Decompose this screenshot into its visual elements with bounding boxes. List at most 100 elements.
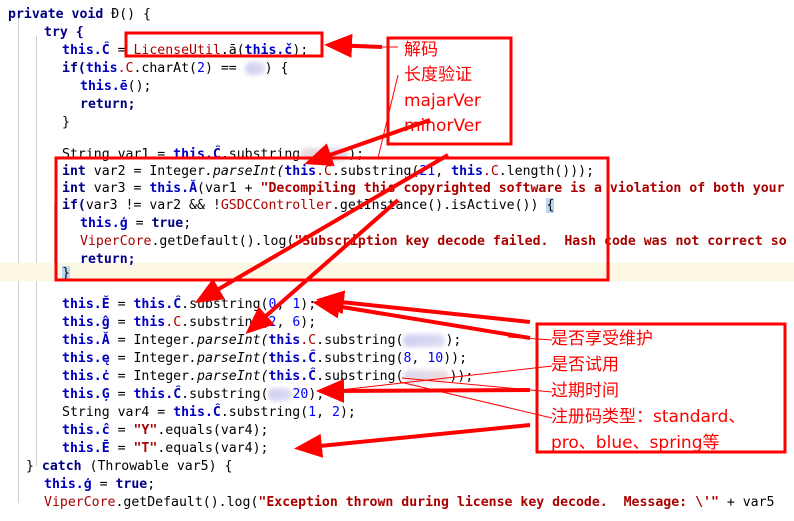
- token-end: );: [445, 333, 462, 348]
- code-line-10[interactable]: int var2 = Integer.parseInt(this.C.subst…: [62, 163, 594, 181]
- code-line-4[interactable]: if(this.C.charAt(2) == ) {: [62, 60, 289, 78]
- code-line-24[interactable]: String var4 = this.Ĉ.substring(1, 2);: [62, 404, 356, 422]
- code-line-22[interactable]: this.ċ = Integer.parseInt(this.Ĉ.substri…: [62, 368, 473, 386]
- token-this: this: [62, 333, 94, 348]
- token-field: .Ě: [93, 297, 110, 312]
- token-semi: ;: [183, 216, 192, 231]
- token-var: var1 =: [109, 147, 174, 162]
- decode-note-line-3: majarVer: [404, 91, 481, 111]
- token-sep: ,: [276, 315, 293, 330]
- token-number: 2: [332, 405, 340, 420]
- token-brace: }: [26, 459, 42, 474]
- code-line-20[interactable]: this.Ă = Integer.parseInt(this.C.substri…: [62, 332, 461, 350]
- token-this: this: [62, 315, 94, 330]
- token-call: .substring(: [316, 351, 404, 366]
- token-this: this: [133, 315, 166, 330]
- token-assign: =: [127, 216, 152, 231]
- license-fields-note-line-2: 是否试用: [551, 355, 619, 375]
- token-end: ));: [443, 351, 468, 366]
- token-keyword-true: true: [115, 477, 148, 492]
- token-field: .Ĉ: [165, 297, 182, 312]
- token-type: String: [62, 405, 110, 420]
- token-field: .ĉ: [93, 423, 110, 438]
- token-var: var2 =: [85, 164, 150, 179]
- code-line-15[interactable]: return;: [80, 251, 136, 269]
- code-line-13[interactable]: this.ģ = true;: [80, 215, 191, 233]
- indent-guide-3: [54, 204, 55, 272]
- token-keyword: void: [71, 7, 104, 22]
- code-line-29[interactable]: ViperCore.getDefault().log("Exception th…: [44, 494, 774, 512]
- decode-note-line-2: 长度验证: [404, 65, 472, 85]
- token-this: this: [62, 297, 94, 312]
- token-call: .substring(: [181, 315, 269, 330]
- censored-blob: [403, 369, 450, 383]
- code-line-18[interactable]: this.Ě = this.Ĉ.substring(0, 1);: [62, 296, 316, 314]
- code-line-27[interactable]: } catch (Throwable var5) {: [26, 458, 232, 476]
- token-field: .ē: [111, 79, 128, 94]
- token-string: "Decompiling this copyrighted software i…: [260, 181, 785, 196]
- code-line-1[interactable]: private void Ð() {: [8, 6, 151, 24]
- code-line-16[interactable]: }: [62, 265, 70, 283]
- code-line-28[interactable]: this.ģ = true;: [44, 476, 155, 494]
- token-assign: =: [109, 351, 134, 366]
- token-method-name: Ð() {: [111, 7, 151, 22]
- code-line-26[interactable]: this.Ē = "T".equals(var4);: [62, 440, 268, 458]
- token-string: "Y": [133, 423, 158, 438]
- token-field: .Ģ: [93, 387, 110, 402]
- code-line-23[interactable]: this.Ģ = this.Ĉ.substring(20);: [62, 386, 324, 404]
- token-class-integer: Integer: [133, 369, 190, 384]
- code-line-11[interactable]: int var3 = this.Ă(var1 + "Decompiling th…: [62, 180, 785, 198]
- token-number: 2: [197, 61, 205, 76]
- token-keyword-return: return;: [80, 97, 136, 112]
- token-keyword-if: if(: [62, 61, 86, 76]
- code-line-9[interactable]: String var1 = this.Ĉ.substring);: [62, 146, 364, 164]
- token-field: .Ĉ: [165, 387, 182, 402]
- license-fields-note-line-3: 过期时间: [551, 381, 619, 401]
- token-compare: ) ==: [204, 61, 245, 76]
- token-assign: =: [91, 477, 116, 492]
- token-call: .substring(: [316, 369, 404, 384]
- token-semi: ;: [147, 477, 156, 492]
- token-string: "T": [133, 441, 158, 456]
- censored-blob: [403, 333, 446, 347]
- token-end: ();: [127, 79, 152, 94]
- token-this: this: [62, 369, 94, 384]
- token-call: .equals(var4);: [157, 423, 269, 438]
- token-call: .charAt(: [133, 61, 198, 76]
- token-this: this: [80, 216, 112, 231]
- token-field: .Ĉ: [300, 369, 317, 384]
- censored-blob: [300, 147, 349, 161]
- token-field: .Ă: [181, 181, 198, 196]
- token-field: .Ĉ: [204, 405, 221, 420]
- token-this: this: [173, 405, 205, 420]
- token-class-licenseutil: LicenseUtil: [133, 43, 221, 58]
- token-field: .C: [316, 164, 332, 179]
- code-line-21[interactable]: this.ę = Integer.parseInt(this.Ĉ.substri…: [62, 350, 467, 368]
- token-var: var4 =: [109, 405, 174, 420]
- code-line-7[interactable]: }: [62, 114, 70, 132]
- token-sep: ,: [276, 297, 293, 312]
- code-line-3[interactable]: this.Ĉ = LicenseUtil.ā(this.č);: [62, 42, 308, 60]
- code-line-12[interactable]: if(var3 != var2 && !GSDCController.getIn…: [62, 197, 555, 215]
- code-line-14[interactable]: ViperCore.getDefault().log("Subscription…: [80, 233, 787, 251]
- token-this: this: [62, 441, 94, 456]
- token-sep: ,: [316, 405, 333, 420]
- token-this: this: [44, 477, 76, 492]
- token-call: .ā(: [220, 43, 245, 58]
- token-assign: =: [109, 369, 134, 384]
- token-field: .ģ: [75, 477, 92, 492]
- token-number: 20: [292, 387, 309, 402]
- code-line-6[interactable]: return;: [80, 96, 136, 114]
- token-keyword: private: [8, 7, 64, 22]
- token-assign: =: [109, 43, 134, 58]
- token-call: .substring(: [181, 387, 269, 402]
- code-line-2[interactable]: try {: [44, 24, 84, 42]
- token-class-integer: Integer: [149, 164, 205, 179]
- code-line-5[interactable]: this.ē();: [80, 78, 151, 96]
- token-type-int: int: [62, 164, 86, 179]
- token-this: this: [173, 147, 205, 162]
- indent-guide-2: [36, 36, 37, 466]
- token-end: ));: [449, 369, 474, 384]
- code-line-19[interactable]: this.ĝ = this.C.substring(2, 6);: [62, 314, 316, 332]
- code-line-25[interactable]: this.ĉ = "Y".equals(var4);: [62, 422, 268, 440]
